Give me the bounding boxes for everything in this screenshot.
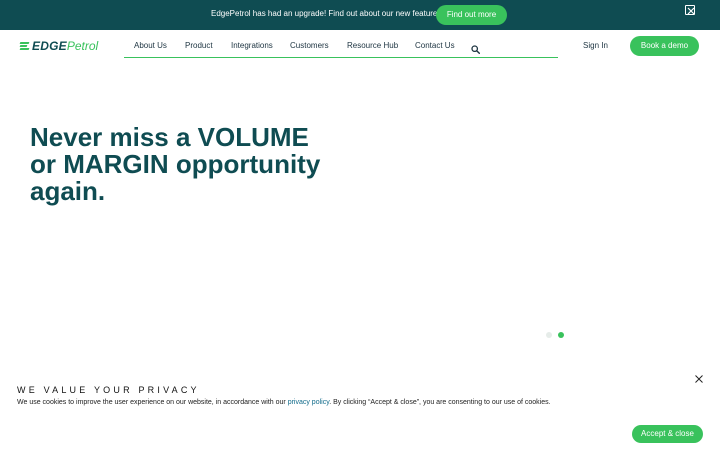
accept-close-button[interactable]: Accept & close (632, 425, 703, 443)
logo-text-edge: EDGE (32, 39, 67, 53)
announcement-bar: EdgePetrol has had an upgrade! Find out … (0, 0, 720, 30)
nav-about-us[interactable]: About Us (134, 41, 167, 50)
nav-customers[interactable]: Customers (290, 41, 329, 50)
sign-in-link[interactable]: Sign In (583, 41, 608, 50)
logo-text-petrol: Petrol (66, 39, 99, 53)
hero-title: Never miss a VOLUME or MARGIN opportunit… (30, 124, 330, 205)
hero-title-line-3: again. (30, 176, 106, 206)
nav-integrations[interactable]: Integrations (231, 41, 273, 50)
cookie-banner (0, 370, 720, 450)
announcement-close-icon[interactable] (685, 5, 695, 15)
nav-contact-us[interactable]: Contact Us (415, 41, 455, 50)
nav-product[interactable]: Product (185, 41, 213, 50)
find-out-more-button[interactable]: Find out more (436, 5, 507, 25)
nav-underline (124, 57, 558, 58)
cookie-close-icon[interactable] (694, 371, 704, 383)
carousel-dot-1[interactable] (546, 332, 552, 338)
logo-mark-icon (19, 41, 30, 51)
carousel-dot-2-active[interactable] (558, 332, 564, 338)
logo[interactable]: EDGE Petrol (19, 39, 99, 53)
cookie-text: We use cookies to improve the user exper… (17, 399, 551, 406)
privacy-policy-link[interactable]: privacy policy (288, 399, 330, 406)
hero-title-line-2: or MARGIN opportunity (30, 149, 321, 179)
book-demo-button[interactable]: Book a demo (630, 36, 699, 56)
search-icon[interactable] (471, 41, 480, 54)
hero-title-line-1: Never miss a VOLUME (30, 122, 309, 152)
cookie-title: WE VALUE YOUR PRIVACY (17, 385, 200, 395)
nav-resource-hub[interactable]: Resource Hub (347, 41, 398, 50)
